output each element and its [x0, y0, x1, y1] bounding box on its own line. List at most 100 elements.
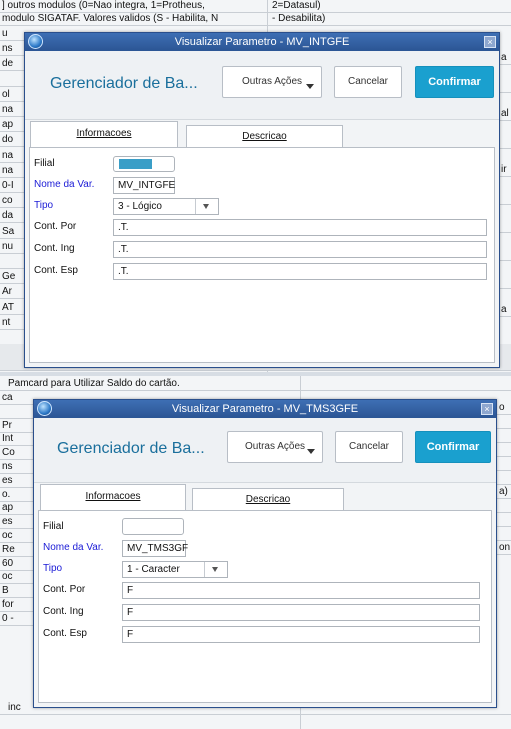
dialog-header: Gerenciador de Ba... Outras Ações Cancel…	[34, 418, 496, 483]
grid-row	[497, 514, 511, 527]
grid-row: nu	[0, 241, 24, 254]
grid-row: nt	[0, 317, 24, 330]
grid-row	[0, 256, 24, 269]
tipo-label: Tipo	[43, 563, 63, 574]
tab-informacoes[interactable]: Informacoes	[30, 121, 178, 148]
dialog-mv-intgfe: Visualizar Parametro - MV_INTGFE × Geren…	[24, 32, 500, 368]
cont-esp-field[interactable]: .T.	[113, 263, 487, 280]
app-title: Gerenciador de Ba...	[57, 440, 205, 457]
grid-row: Pamcard para Utilizar Saldo do cartão.	[0, 378, 511, 391]
outras-acoes-label: Outras Ações	[244, 441, 306, 452]
grid-row	[0, 406, 35, 419]
dialog-title-bar[interactable]: Visualizar Parametro - MV_INTGFE ×	[25, 33, 499, 51]
cont-esp-label: Cont. Esp	[34, 265, 78, 276]
confirm-button[interactable]: Confirmar	[415, 66, 494, 98]
cancel-button[interactable]: Cancelar	[335, 431, 403, 463]
tab-label: Informacoes	[85, 491, 141, 502]
close-icon[interactable]: ×	[481, 403, 493, 415]
grid-row: oc	[0, 530, 35, 543]
chevron-down-icon	[195, 199, 218, 214]
nome-var-label: Nome da Var.	[43, 542, 104, 553]
grid-row: de	[0, 58, 24, 72]
grid-cell: inc	[8, 702, 21, 713]
dialog-mv-tms3gfe: Visualizar Parametro - MV_TMS3GFE × Gere…	[33, 399, 497, 708]
grid-row: do	[0, 134, 24, 148]
grid-row: es	[0, 475, 35, 488]
filial-field[interactable]	[113, 156, 175, 172]
tipo-select[interactable]: 3 - Lógico	[113, 198, 219, 215]
grid-row: for	[0, 599, 35, 612]
grid-row: ol	[0, 89, 24, 102]
tab-label: Descricao	[245, 494, 291, 505]
grid-row: ns	[0, 461, 35, 474]
outras-acoes-button[interactable]: Outras Ações	[222, 66, 322, 98]
grid-row	[499, 248, 511, 261]
tab-bar: Informacoes Descricao	[34, 482, 496, 511]
nome-var-field[interactable]: MV_TMS3GF	[122, 540, 188, 557]
dialog-title: Visualizar Parametro - MV_TMS3GFE	[171, 403, 359, 415]
nome-var-field[interactable]: MV_INTGFE	[113, 177, 175, 194]
grid-row: on	[497, 542, 511, 555]
cont-por-field[interactable]: F	[122, 582, 480, 599]
cont-esp-label: Cont. Esp	[43, 628, 87, 639]
app-globe-icon	[28, 34, 43, 49]
grid-row	[499, 80, 511, 93]
dialog-title: Visualizar Parametro - MV_INTGFE	[174, 36, 350, 48]
grid-row: da	[0, 210, 24, 224]
grid-row	[499, 192, 511, 205]
confirm-button[interactable]: Confirmar	[415, 431, 491, 463]
app-globe-icon	[37, 401, 52, 416]
filial-value-swatch	[119, 159, 152, 169]
grid-row	[497, 416, 511, 429]
tipo-selected-value: 1 - Caracter	[127, 564, 180, 575]
grid-row	[499, 136, 511, 149]
cont-ing-field[interactable]: F	[122, 604, 480, 621]
cont-por-label: Cont. Por	[43, 584, 86, 595]
grid-row: ns	[0, 43, 24, 57]
close-icon[interactable]: ×	[484, 36, 496, 48]
cont-ing-label: Cont. Ing	[34, 243, 75, 254]
grid-cell: - Desabilita)	[272, 13, 326, 24]
app-title: Gerenciador de Ba...	[50, 75, 198, 92]
cont-ing-field[interactable]: .T.	[113, 241, 487, 258]
tab-descricao[interactable]: Descricao	[192, 488, 344, 510]
cont-esp-field[interactable]: F	[122, 626, 480, 643]
chevron-down-icon	[204, 562, 227, 577]
tipo-select[interactable]: 1 - Caracter	[122, 561, 228, 578]
grid-row: Sa	[0, 226, 24, 239]
cont-por-field[interactable]: .T.	[113, 219, 487, 236]
grid-row	[497, 458, 511, 471]
outras-acoes-button[interactable]: Outras Ações	[227, 431, 323, 463]
grid-row: na	[0, 150, 24, 163]
outras-acoes-label: Outras Ações	[241, 76, 303, 87]
grid-cell: 2=Datasul)	[272, 0, 321, 11]
dialog-header: Gerenciador de Ba... Outras Ações Cancel…	[25, 51, 499, 120]
grid-row: o	[497, 402, 511, 415]
nome-var-label: Nome da Var.	[34, 179, 95, 190]
cancel-button[interactable]: Cancelar	[334, 66, 402, 98]
grid-row: ir	[499, 164, 511, 177]
grid-row: ap	[0, 502, 35, 516]
tab-bar: Informacoes Descricao	[25, 119, 499, 148]
grid-row	[497, 500, 511, 513]
grid-row: o.	[0, 489, 35, 502]
filial-field[interactable]	[122, 518, 184, 535]
grid-row: 0 -	[0, 613, 35, 626]
grid-row: Pr	[0, 420, 35, 433]
grid-row	[499, 220, 511, 233]
grid-row: modulo SIGATAF. Valores validos (S - Hab…	[0, 13, 511, 26]
cont-ing-label: Cont. Ing	[43, 606, 84, 617]
form-panel: Filial Nome da Var. MV_TMS3GF Tipo 1 - C…	[38, 510, 492, 703]
grid-row: u	[0, 28, 24, 41]
tab-descricao[interactable]: Descricao	[186, 125, 343, 147]
chevron-down-icon	[306, 84, 314, 89]
grid-row	[0, 74, 24, 87]
grid-row: Ge	[0, 271, 24, 285]
tipo-label: Tipo	[34, 200, 54, 211]
tab-informacoes[interactable]: Informacoes	[40, 484, 186, 511]
dialog-title-bar[interactable]: Visualizar Parametro - MV_TMS3GFE ×	[34, 400, 496, 418]
grid-row	[497, 430, 511, 443]
grid-row	[497, 528, 511, 541]
grid-row: 60	[0, 558, 35, 571]
grid-row	[499, 276, 511, 289]
